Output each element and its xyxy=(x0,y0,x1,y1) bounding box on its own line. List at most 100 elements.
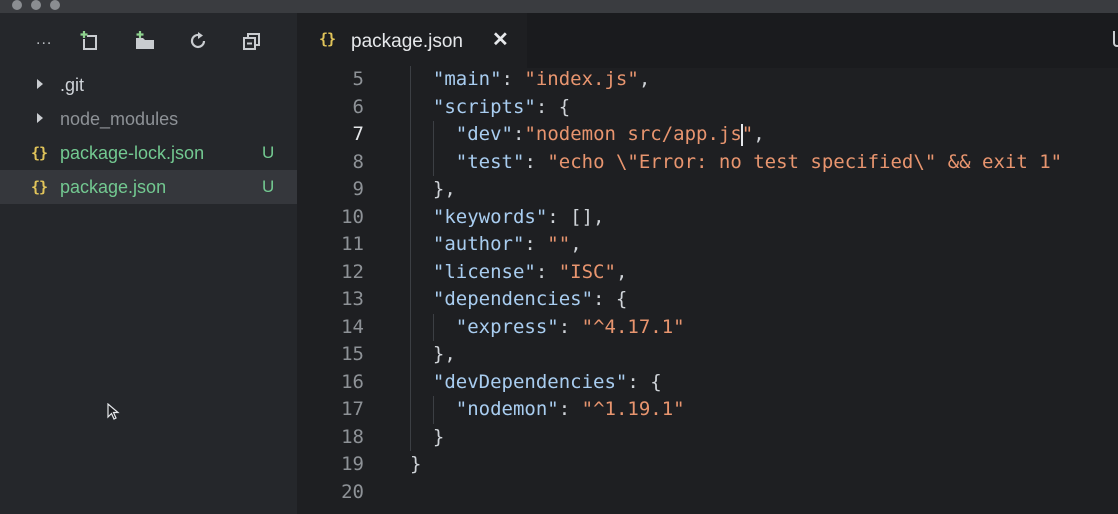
indent-guide xyxy=(410,231,411,259)
file-tree: .git node_modules {} package-lock.json U… xyxy=(0,68,297,204)
chevron-right-icon xyxy=(37,113,43,123)
split-editor-icon[interactable] xyxy=(1111,29,1118,51)
indent-guide xyxy=(410,148,411,176)
git-status-badge: U xyxy=(262,177,275,196)
chevron-right-icon xyxy=(37,79,43,89)
code-line[interactable]: 17 "nodemon": "^1.19.1" xyxy=(297,396,1118,424)
code-line[interactable]: 14 "express": "^4.17.1" xyxy=(297,313,1118,341)
code-line[interactable]: 15}, xyxy=(297,341,1118,369)
close-window-button[interactable] xyxy=(12,0,22,10)
indent-guide xyxy=(410,341,411,369)
more-actions-button[interactable]: ... xyxy=(36,31,52,49)
collapse-all-icon xyxy=(243,33,260,50)
indent-guide xyxy=(410,66,411,94)
code-line[interactable]: 7 "dev":"nodemon src/app.js", xyxy=(297,121,1118,149)
line-number: 20 xyxy=(341,480,364,503)
refresh-button[interactable] xyxy=(184,27,212,55)
tab-title: package.json xyxy=(351,31,463,52)
minimize-window-button[interactable] xyxy=(31,0,41,10)
code-text: }, xyxy=(432,343,456,365)
new-file-button[interactable] xyxy=(76,27,104,55)
code-text: "devDependencies": { xyxy=(432,370,662,393)
code-text: } xyxy=(432,425,445,448)
new-file-icon xyxy=(80,31,97,50)
editor-area: {} package.json ✕ 5 "main": "index.js", 6 "… xyxy=(297,13,1118,514)
code-text: } xyxy=(410,453,422,475)
code-line[interactable]: 19} xyxy=(297,451,1118,479)
mouse-pointer-icon xyxy=(107,403,120,420)
indent-guide xyxy=(410,121,411,149)
line-number: 10 xyxy=(341,205,364,228)
code-line[interactable]: 11 "author": "", xyxy=(297,231,1118,259)
line-number: 12 xyxy=(341,260,364,283)
code-view[interactable]: 5 "main": "index.js", 6 "scripts": { 7 "dev":… xyxy=(297,66,1118,514)
code-text: "dependencies": { xyxy=(432,288,628,310)
line-number: 14 xyxy=(341,315,364,338)
tab-bar: {} package.json ✕ xyxy=(297,13,1118,68)
collapse-all-button[interactable] xyxy=(238,27,266,55)
git-status-badge: U xyxy=(262,143,275,162)
indent-guide xyxy=(410,313,411,341)
json-file-icon: {} xyxy=(31,144,48,162)
code-line[interactable]: 18} xyxy=(297,423,1118,451)
code-text: "test": "echo \"Error: no test specified… xyxy=(455,150,1063,173)
tree-item-label: node_modules xyxy=(60,108,179,129)
code-line[interactable]: 9}, xyxy=(297,176,1118,204)
line-number: 6 xyxy=(352,95,364,118)
code-text: "express": "^4.17.1" xyxy=(455,315,685,338)
tree-item-git[interactable]: .git xyxy=(0,68,297,102)
code-line[interactable]: 12 "license": "ISC", xyxy=(297,258,1118,286)
code-line[interactable]: 6 "scripts": { xyxy=(297,93,1118,121)
code-line[interactable]: 8 "test": "echo \"Error: no test specifie… xyxy=(297,148,1118,176)
line-number: 7 xyxy=(352,123,364,145)
line-number: 5 xyxy=(352,68,364,90)
code-text: "main": "index.js", xyxy=(432,68,651,90)
indent-guide xyxy=(410,203,411,231)
line-number: 19 xyxy=(341,453,364,475)
indent-guide xyxy=(410,423,411,451)
close-tab-button[interactable]: ✕ xyxy=(492,27,509,52)
indent-guide xyxy=(410,286,411,314)
code-line[interactable]: 10 "keywords": [], xyxy=(297,203,1118,231)
line-number: 16 xyxy=(341,370,364,393)
explorer-sidebar: ... .git node_modules {} package-lock.js… xyxy=(0,13,297,514)
code-line[interactable]: 13 "dependencies": { xyxy=(297,286,1118,314)
line-number: 18 xyxy=(341,425,364,448)
indent-guide xyxy=(410,396,411,424)
indent-guide xyxy=(410,368,411,396)
code-text: "author": "", xyxy=(432,233,582,255)
code-text: "nodemon": "^1.19.1" xyxy=(455,398,685,420)
line-number: 15 xyxy=(341,343,364,365)
line-number: 11 xyxy=(341,233,364,255)
line-number: 13 xyxy=(341,288,364,310)
code-text: "license": "ISC", xyxy=(432,260,628,283)
tree-item-label: .git xyxy=(60,74,85,95)
refresh-icon xyxy=(190,32,206,49)
tree-item-package-lock-json[interactable]: {} package-lock.json U xyxy=(0,136,297,170)
tree-item-package-json[interactable]: {} package.json U xyxy=(0,170,297,204)
code-text: }, xyxy=(432,178,456,200)
line-number: 8 xyxy=(352,150,364,173)
code-text: "scripts": { xyxy=(432,95,571,118)
code-text: "keywords": [], xyxy=(432,205,605,228)
json-file-icon: {} xyxy=(31,178,48,196)
zoom-window-button[interactable] xyxy=(50,0,60,10)
indent-guide xyxy=(410,258,411,286)
tree-item-node-modules[interactable]: node_modules xyxy=(0,102,297,136)
code-text: "dev":"nodemon src/app.js", xyxy=(455,123,765,146)
code-line[interactable]: 5 "main": "index.js", xyxy=(297,66,1118,94)
indent-guide xyxy=(432,148,434,176)
indent-guide xyxy=(410,93,411,121)
indent-guide xyxy=(432,313,434,341)
new-folder-button[interactable] xyxy=(131,27,159,55)
indent-guide xyxy=(432,121,434,149)
text-caret xyxy=(740,123,743,146)
code-line[interactable]: 20 xyxy=(297,479,1118,507)
title-bar xyxy=(0,0,1118,13)
explorer-toolbar: ... xyxy=(0,13,297,68)
code-line[interactable]: 16 "devDependencies": { xyxy=(297,368,1118,396)
indent-guide xyxy=(410,176,411,204)
new-folder-icon xyxy=(136,31,154,49)
tab-package-json[interactable]: {} package.json ✕ xyxy=(297,13,527,68)
tree-item-label: package.json xyxy=(60,176,167,197)
